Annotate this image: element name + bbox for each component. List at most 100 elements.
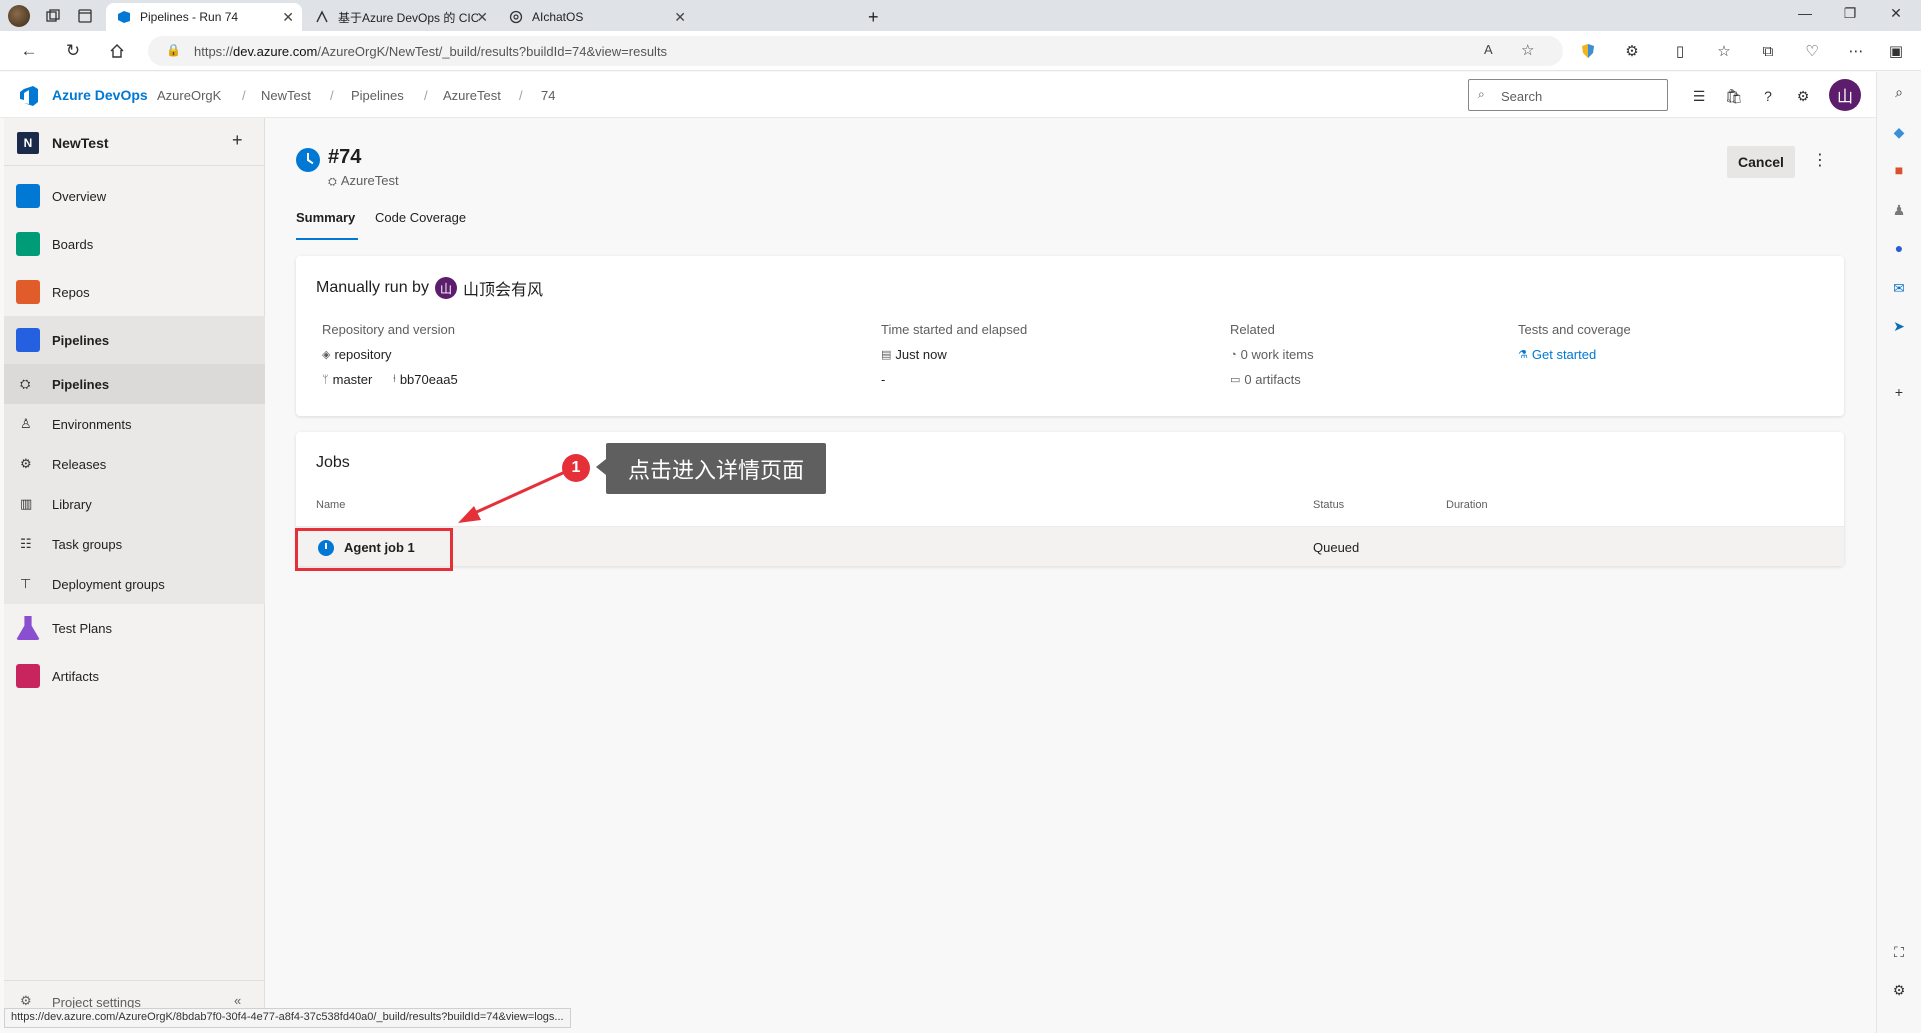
work-item-icon: ◔	[1230, 348, 1237, 361]
help-icon[interactable]: ?	[1759, 87, 1777, 105]
breadcrumb-project[interactable]: NewTest	[261, 88, 311, 103]
refresh-icon[interactable]: ↻	[62, 40, 84, 62]
minimize-icon[interactable]: —	[1795, 5, 1815, 21]
queued-clock-icon	[296, 148, 320, 172]
lock-icon[interactable]: 🔒	[166, 43, 181, 57]
tab-title: 基于Azure DevOps 的 CICD 项目	[338, 10, 478, 25]
sidebar-item-overview[interactable]: Overview	[4, 176, 265, 216]
sidebar-subitem-releases[interactable]: ⚙ Releases	[4, 444, 265, 484]
breadcrumb-run[interactable]: 74	[541, 88, 555, 103]
brand-name[interactable]: Azure DevOps	[52, 87, 148, 103]
games-icon[interactable]: ♟	[1889, 200, 1909, 220]
time-label: Time started and elapsed	[881, 322, 1028, 337]
address-bar-row: ← ↻ 🔒 https://dev.azure.com/AzureOrgK/Ne…	[0, 31, 1921, 71]
main-content: #74 ⛭ AzureTest Cancel ⋮ Summary Code Cov…	[266, 118, 1876, 1028]
browser-tab-cicd[interactable]: 基于Azure DevOps 的 CICD 项目 ✕	[304, 3, 496, 31]
tab-code-coverage[interactable]: Code Coverage	[375, 210, 466, 225]
back-icon[interactable]: ←	[18, 40, 40, 62]
close-tab-icon[interactable]: ✕	[674, 9, 686, 26]
sidebar-subitem-environments[interactable]: ♙ Environments	[4, 404, 265, 444]
workspaces-icon[interactable]	[42, 5, 64, 27]
project-selector[interactable]: N NewTest +	[4, 118, 265, 166]
repository-link[interactable]: ◈ repository	[322, 347, 392, 362]
settings-icon[interactable]: ⚙	[1889, 980, 1909, 1000]
work-items-link[interactable]: ◔ 0 work items	[1230, 347, 1314, 362]
profile-avatar[interactable]	[8, 5, 30, 27]
close-tab-icon[interactable]: ✕	[282, 9, 294, 26]
split-screen-icon[interactable]: ▯	[1670, 41, 1690, 61]
browser-tab-aichatos[interactable]: AIchatOS ✕	[498, 3, 694, 31]
breadcrumb-org[interactable]: AzureOrgK	[157, 88, 221, 103]
azure-devops-logo-icon[interactable]	[18, 85, 40, 107]
url-input[interactable]: 🔒 https://dev.azure.com/AzureOrgK/NewTes…	[148, 36, 1563, 66]
tab-summary[interactable]: Summary	[296, 210, 355, 225]
home-icon[interactable]	[106, 40, 128, 62]
favorites-icon[interactable]: ☆	[1714, 41, 1734, 61]
azure-devops-icon	[116, 9, 132, 25]
search-input[interactable]: ⌕ Search	[1468, 79, 1668, 111]
add-sidebar-app-icon[interactable]: +	[1889, 382, 1909, 402]
get-started-link[interactable]: ⚗ Get started	[1518, 347, 1596, 362]
tools-icon[interactable]: ■	[1889, 160, 1909, 180]
tab-actions-icon[interactable]	[74, 5, 96, 27]
search-icon: ⌕	[1478, 87, 1485, 101]
tests-label: Tests and coverage	[1518, 322, 1631, 337]
sidebar-subitem-pipelines[interactable]: ⛭ Pipelines	[4, 364, 265, 404]
collapse-sidebar-icon[interactable]: «	[234, 993, 241, 1008]
jobs-card: Jobs Name Status Duration Agent job 1 Qu…	[296, 432, 1844, 566]
project-name[interactable]: NewTest	[52, 135, 109, 151]
more-options-icon[interactable]: ⋯	[1846, 41, 1866, 61]
url-path: /AzureOrgK/NewTest/_build/results?buildI…	[317, 44, 668, 59]
favorite-star-icon[interactable]: ☆	[1521, 41, 1534, 59]
microsoft-365-icon[interactable]: ●	[1889, 238, 1909, 258]
performance-icon[interactable]: ♡	[1802, 41, 1822, 61]
close-window-icon[interactable]: ✕	[1886, 5, 1906, 22]
overview-icon	[16, 184, 40, 208]
screenshot-icon[interactable]: ⛶	[1889, 942, 1909, 962]
sidebar-subitem-deployment-groups[interactable]: ⊤ Deployment groups	[4, 564, 265, 604]
sidebar-item-test-plans[interactable]: Test Plans	[4, 608, 265, 648]
user-settings-icon[interactable]: ⚙	[1794, 87, 1812, 105]
sidebar-subitem-library[interactable]: ▥ Library	[4, 484, 265, 524]
new-tab-button[interactable]: +	[860, 3, 888, 31]
add-icon[interactable]: +	[232, 130, 243, 151]
column-header-status: Status	[1313, 499, 1345, 511]
more-actions-icon[interactable]: ⋮	[1812, 150, 1828, 170]
search-icon[interactable]: ⌕	[1889, 82, 1909, 102]
table-row[interactable]: Agent job 1 Queued	[296, 526, 1844, 566]
project-sidebar: N NewTest + Overview Boards Repos Pipeli…	[4, 118, 265, 1021]
restore-icon[interactable]: ❐	[1840, 5, 1860, 22]
browser-tab-pipelines[interactable]: Pipelines - Run 74 ✕	[106, 3, 302, 31]
browser-sidebar: ⌕ ◆ ■ ♟ ● ✉ ➤ + ⛶ ⚙	[1876, 72, 1921, 1033]
openai-icon	[508, 9, 524, 25]
branch-link[interactable]: ᛘ master	[322, 372, 372, 387]
sidebar-subitem-task-groups[interactable]: ☷ Task groups	[4, 524, 265, 564]
sidebar-toggle-icon[interactable]: ▣	[1886, 41, 1906, 61]
send-icon[interactable]: ➤	[1889, 316, 1909, 336]
annotation-highlight-box	[295, 528, 453, 571]
branch-icon: ᛘ	[322, 373, 329, 386]
cancel-button[interactable]: Cancel	[1727, 146, 1795, 178]
marketplace-bag-icon[interactable]: 🛍	[1725, 87, 1743, 105]
shopping-tag-icon[interactable]: ◆	[1889, 122, 1909, 142]
artifacts-link[interactable]: ▭ 0 artifacts	[1230, 372, 1301, 387]
extension-shield-icon[interactable]	[1578, 41, 1598, 61]
collections-icon[interactable]: ⧉	[1758, 41, 1778, 61]
sidebar-item-repos[interactable]: Repos	[4, 272, 265, 312]
sidebar-item-boards[interactable]: Boards	[4, 224, 265, 264]
breadcrumb-pipelines[interactable]: Pipelines	[351, 88, 404, 103]
read-aloud-icon[interactable]: A	[1484, 42, 1493, 57]
work-items-list-icon[interactable]: ☰	[1690, 87, 1708, 105]
commit-link[interactable]: ⍿ bb70eaa5	[393, 372, 458, 387]
breadcrumb-pipeline[interactable]: AzureTest	[443, 88, 501, 103]
sidebar-item-artifacts[interactable]: Artifacts	[4, 656, 265, 696]
pipeline-name[interactable]: ⛭ AzureTest	[328, 173, 399, 189]
outlook-icon[interactable]: ✉	[1889, 278, 1909, 298]
sidebar-item-pipelines[interactable]: Pipelines	[4, 316, 265, 364]
page-title: #74	[328, 146, 362, 168]
column-header-duration: Duration	[1446, 499, 1488, 511]
close-tab-icon[interactable]: ✕	[476, 9, 488, 26]
avatar[interactable]: 山	[1829, 79, 1861, 111]
commit-icon: ⍿	[393, 373, 396, 385]
extensions-icon[interactable]: ⚙	[1622, 41, 1642, 61]
